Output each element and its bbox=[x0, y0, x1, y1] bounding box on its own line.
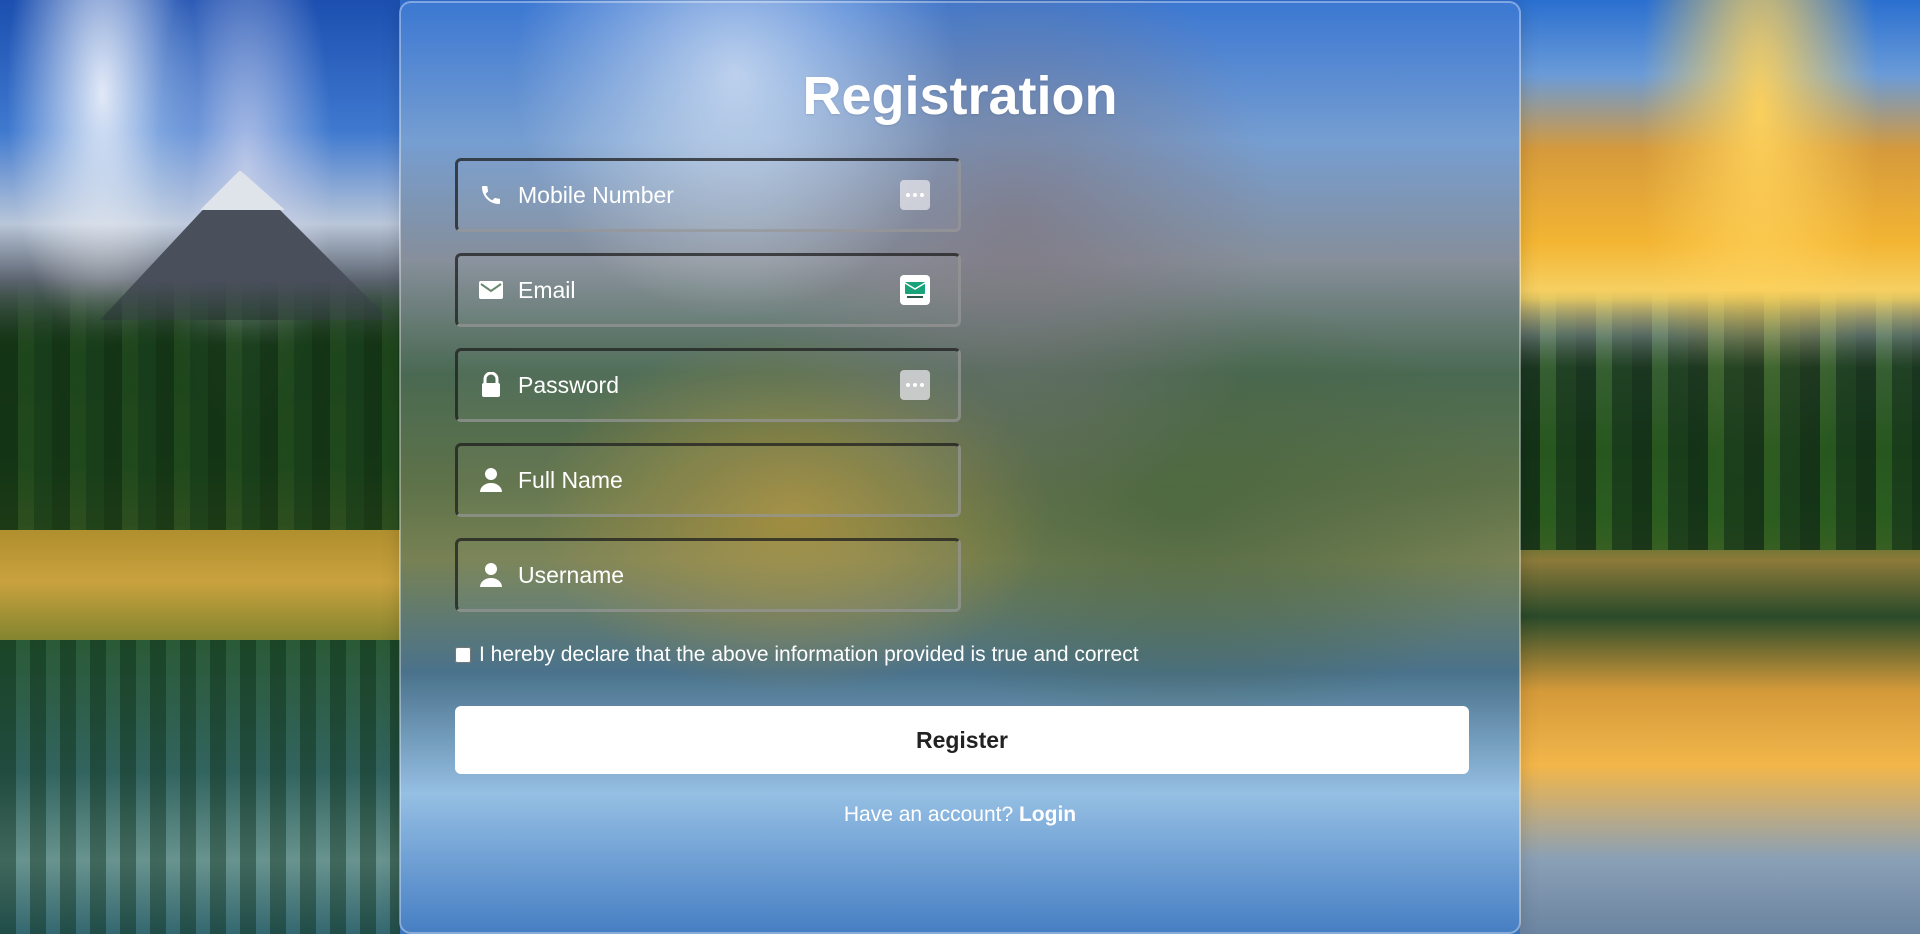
declaration-label: I hereby declare that the above informat… bbox=[479, 643, 1139, 666]
full-name-field[interactable] bbox=[455, 443, 961, 517]
registration-card: Registration Mobile Number Email Full Na… bbox=[399, 1, 1521, 934]
autofill-dots-icon[interactable] bbox=[900, 370, 930, 400]
tempmail-icon[interactable] bbox=[900, 275, 930, 305]
email-field[interactable] bbox=[455, 253, 961, 327]
email-input[interactable] bbox=[518, 256, 898, 324]
envelope-icon bbox=[478, 277, 504, 303]
autofill-dots-icon[interactable] bbox=[900, 180, 930, 210]
username-input[interactable] bbox=[518, 541, 898, 609]
password-field[interactable] bbox=[455, 348, 961, 422]
lock-icon bbox=[478, 372, 504, 398]
user-icon bbox=[478, 467, 504, 493]
background-trees-right bbox=[1520, 290, 1920, 550]
username-field[interactable] bbox=[455, 538, 961, 612]
user-icon bbox=[478, 562, 504, 588]
login-prompt: Have an account? Login bbox=[401, 803, 1519, 827]
background-trees-left bbox=[0, 280, 410, 540]
background-snowcap bbox=[200, 170, 285, 210]
login-link[interactable]: Login bbox=[1019, 803, 1076, 826]
password-input[interactable] bbox=[518, 351, 898, 419]
phone-icon bbox=[478, 182, 504, 208]
background-water-left bbox=[0, 640, 410, 934]
mobile-number-input[interactable] bbox=[518, 161, 898, 229]
register-button[interactable]: Register bbox=[455, 706, 1469, 774]
account-prompt-text: Have an account? bbox=[843, 803, 1019, 826]
full-name-input[interactable] bbox=[518, 446, 898, 514]
mobile-number-field[interactable] bbox=[455, 158, 961, 232]
declaration-checkbox[interactable] bbox=[455, 647, 471, 663]
declaration-row[interactable]: I hereby declare that the above informat… bbox=[455, 643, 1139, 667]
page-title: Registration bbox=[802, 66, 1118, 126]
